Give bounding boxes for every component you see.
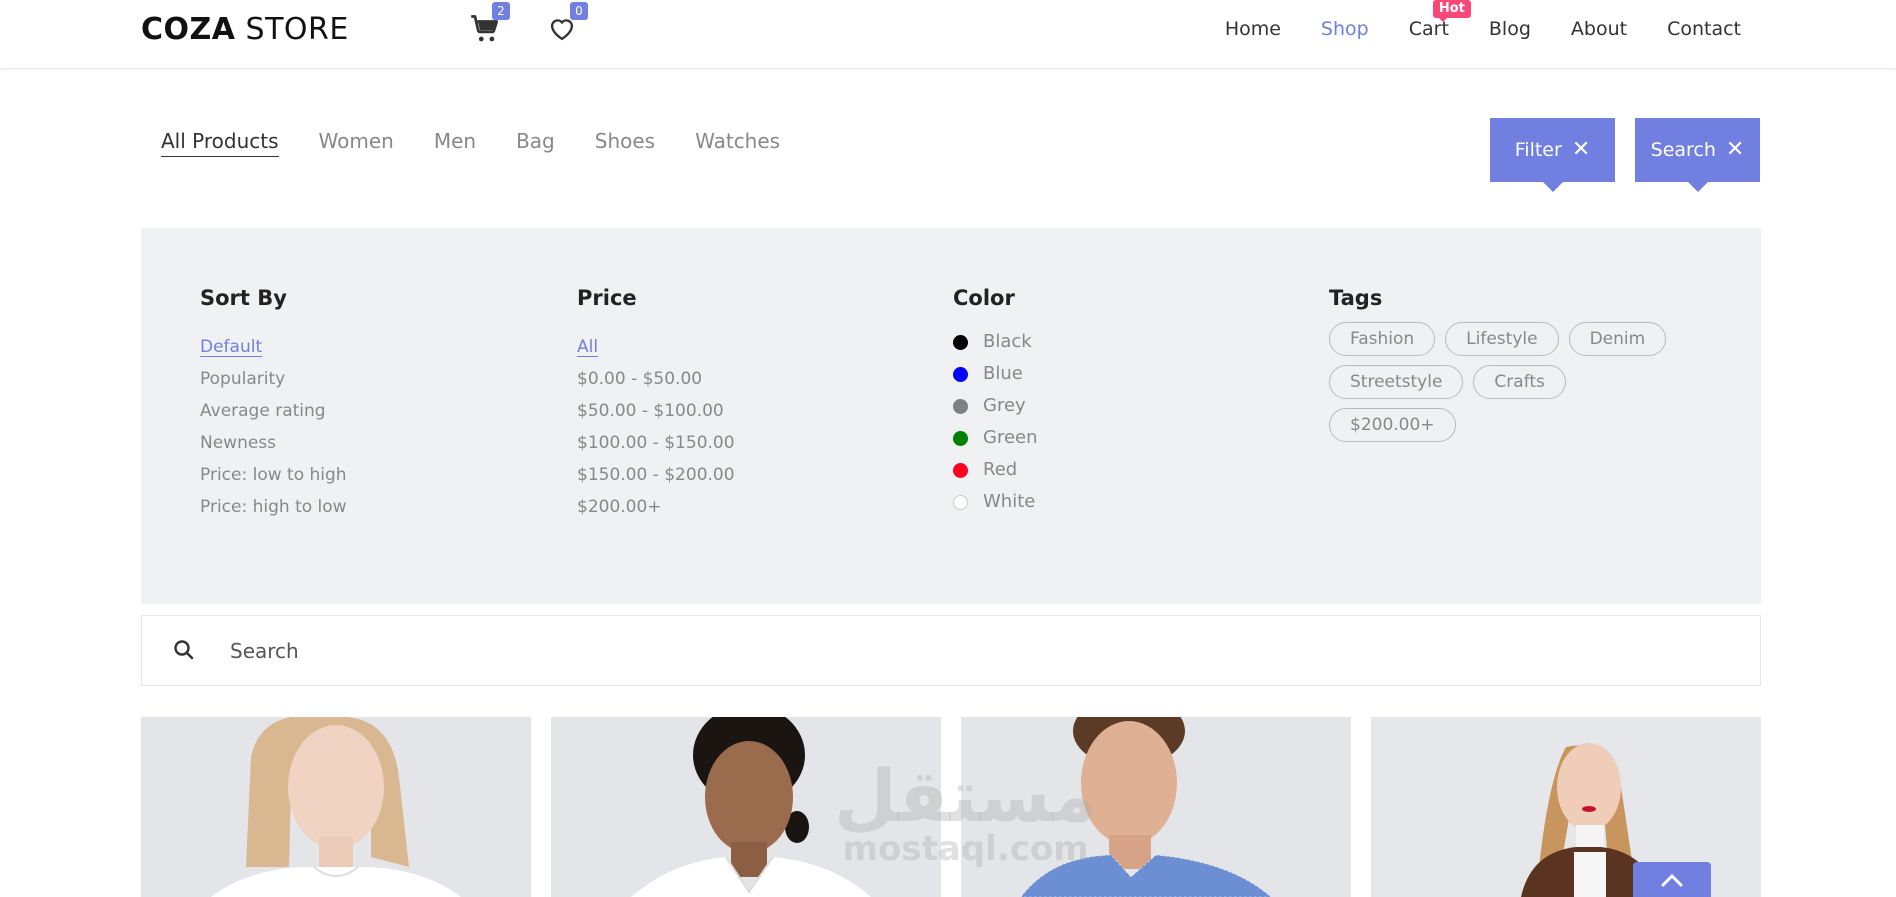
search-toggle-label: Search bbox=[1650, 139, 1716, 161]
sort-option-average-rating[interactable]: Average rating bbox=[200, 395, 347, 427]
cart-button[interactable]: 2 bbox=[470, 2, 510, 46]
chevron-up-icon bbox=[1661, 874, 1683, 886]
nav-about[interactable]: About bbox=[1571, 18, 1627, 40]
tags-column: Tags Fashion Lifestyle Denim Streetstyle… bbox=[1329, 286, 1709, 451]
product-image bbox=[141, 717, 531, 897]
close-icon: ✕ bbox=[1725, 137, 1745, 162]
logo[interactable]: COZA STORE bbox=[141, 12, 349, 47]
main-nav: Home Shop Cart Hot Blog About Contact bbox=[1185, 0, 1741, 40]
price-column: Price All $0.00 - $50.00 $50.00 - $100.0… bbox=[577, 286, 735, 523]
back-to-top-button[interactable] bbox=[1633, 862, 1711, 897]
color-label: Blue bbox=[983, 363, 1023, 384]
tag-list: Fashion Lifestyle Denim Streetstyle Craf… bbox=[1329, 322, 1709, 451]
price-option-150-200[interactable]: $150.00 - $200.00 bbox=[577, 459, 735, 491]
color-label: Green bbox=[983, 427, 1038, 448]
color-option-white[interactable]: White bbox=[953, 486, 1038, 518]
sort-option-default[interactable]: Default bbox=[200, 331, 347, 363]
color-swatch bbox=[953, 430, 968, 446]
color-label: White bbox=[983, 491, 1036, 512]
price-option-50-100[interactable]: $50.00 - $100.00 bbox=[577, 395, 735, 427]
tag-streetstyle[interactable]: Streetstyle bbox=[1329, 365, 1464, 399]
close-icon: ✕ bbox=[1571, 137, 1591, 162]
color-swatch bbox=[953, 462, 968, 478]
filter-toggle-label: Filter bbox=[1514, 139, 1562, 161]
tags-heading: Tags bbox=[1329, 286, 1383, 310]
color-option-red[interactable]: Red bbox=[953, 454, 1038, 486]
sort-column: Sort By Default Popularity Average ratin… bbox=[200, 286, 347, 523]
site-header: COZA STORE 2 0 Home Shop Cart Hot Blog A… bbox=[0, 0, 1896, 68]
tag-fashion[interactable]: Fashion bbox=[1329, 322, 1436, 356]
product-search-bar bbox=[141, 615, 1761, 686]
color-column: Color Black Blue Grey Green Red White bbox=[953, 286, 1038, 518]
search-input[interactable] bbox=[230, 628, 1730, 674]
nav-contact[interactable]: Contact bbox=[1667, 18, 1741, 40]
price-option-200-plus[interactable]: $200.00+ bbox=[577, 491, 735, 523]
price-option-all[interactable]: All bbox=[577, 331, 735, 363]
tag-lifestyle[interactable]: Lifestyle bbox=[1445, 322, 1559, 356]
price-heading: Price bbox=[577, 286, 637, 310]
wishlist-count-badge: 0 bbox=[570, 2, 588, 20]
search-icon[interactable] bbox=[172, 638, 196, 662]
sort-heading: Sort By bbox=[200, 286, 287, 310]
price-option-100-150[interactable]: $100.00 - $150.00 bbox=[577, 427, 735, 459]
nav-shop[interactable]: Shop bbox=[1321, 18, 1369, 40]
watermark-latin: mostaql.com bbox=[842, 829, 1089, 869]
logo-bold: COZA bbox=[141, 12, 236, 47]
color-label: Black bbox=[983, 331, 1032, 352]
tag-crafts[interactable]: Crafts bbox=[1473, 365, 1566, 399]
search-toggle-button[interactable]: Search ✕ bbox=[1635, 118, 1760, 182]
tab-shoes[interactable]: Shoes bbox=[595, 129, 655, 157]
color-option-green[interactable]: Green bbox=[953, 422, 1038, 454]
color-label: Red bbox=[983, 459, 1018, 480]
product-card[interactable] bbox=[141, 717, 531, 897]
color-option-black[interactable]: Black bbox=[953, 326, 1038, 358]
tab-bag[interactable]: Bag bbox=[516, 129, 555, 157]
hot-badge: Hot bbox=[1432, 0, 1471, 22]
nav-blog[interactable]: Blog bbox=[1489, 18, 1531, 40]
color-swatch bbox=[953, 398, 968, 414]
sort-option-price-high-low[interactable]: Price: high to low bbox=[200, 491, 347, 523]
sort-option-price-low-high[interactable]: Price: low to high bbox=[200, 459, 347, 491]
color-option-grey[interactable]: Grey bbox=[953, 390, 1038, 422]
tab-all-products[interactable]: All Products bbox=[161, 129, 279, 157]
nav-cart[interactable]: Cart Hot bbox=[1409, 0, 1471, 40]
color-swatch bbox=[953, 494, 968, 510]
sort-option-newness[interactable]: Newness bbox=[200, 427, 347, 459]
tag-denim[interactable]: Denim bbox=[1568, 322, 1667, 356]
color-option-blue[interactable]: Blue bbox=[953, 358, 1038, 390]
wishlist-button[interactable]: 0 bbox=[548, 2, 588, 46]
watermark: مستقل mostaql.com bbox=[834, 760, 1097, 866]
color-heading: Color bbox=[953, 286, 1015, 310]
tag-200-plus[interactable]: $200.00+ bbox=[1329, 408, 1456, 442]
filter-panel: Sort By Default Popularity Average ratin… bbox=[141, 228, 1761, 604]
watermark-arabic: مستقل bbox=[834, 754, 1098, 838]
logo-light: STORE bbox=[245, 12, 349, 47]
nav-home[interactable]: Home bbox=[1225, 18, 1281, 40]
tab-women[interactable]: Women bbox=[319, 129, 394, 157]
filter-toggle-button[interactable]: Filter ✕ bbox=[1490, 118, 1615, 182]
color-label: Grey bbox=[983, 395, 1026, 416]
category-tabs: All Products Women Men Bag Shoes Watches bbox=[161, 129, 820, 157]
price-option-0-50[interactable]: $0.00 - $50.00 bbox=[577, 363, 735, 395]
cart-count-badge: 2 bbox=[492, 2, 510, 20]
tab-men[interactable]: Men bbox=[434, 129, 476, 157]
sort-option-popularity[interactable]: Popularity bbox=[200, 363, 347, 395]
tab-watches[interactable]: Watches bbox=[695, 129, 780, 157]
color-swatch bbox=[953, 366, 968, 382]
color-swatch bbox=[953, 334, 968, 350]
